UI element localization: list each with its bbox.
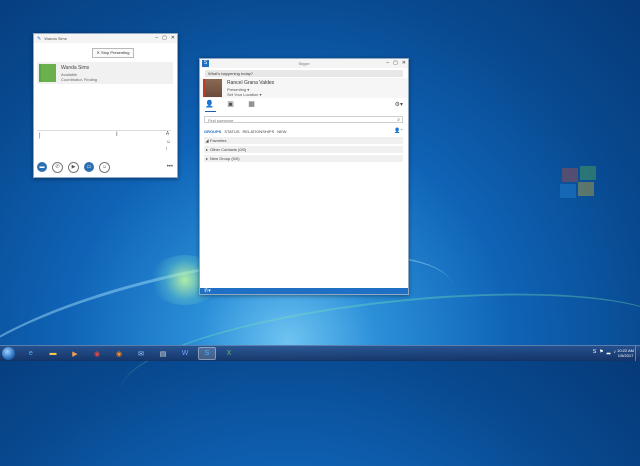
- avatar[interactable]: [203, 79, 222, 97]
- media-player-icon[interactable]: ▶: [66, 347, 84, 360]
- skype-icon: ✎: [37, 35, 42, 42]
- clock-date: 1/5/2017: [617, 353, 634, 358]
- flag-icon[interactable]: ⚑: [599, 349, 603, 355]
- avatar: [39, 64, 56, 82]
- window-title: Skype: [298, 61, 310, 66]
- conversation-window[interactable]: ✎ Wanda Sims – ▢ ✕ ✕ Stop Presenting Wan…: [33, 33, 178, 178]
- video-icon[interactable]: ▶: [68, 161, 79, 173]
- location-dropdown[interactable]: Set Your Location ▾: [227, 92, 261, 97]
- meetings-tab-icon[interactable]: ▦: [247, 101, 256, 109]
- windows-logo-watermark: [560, 184, 576, 198]
- group-favorites[interactable]: ◢Favorites: [204, 137, 403, 144]
- conversation-titlebar[interactable]: ✎ Wanda Sims – ▢ ✕: [34, 34, 177, 43]
- call-icon[interactable]: ✆: [52, 161, 63, 173]
- add-contact-icon[interactable]: 👤⁺: [394, 128, 403, 134]
- close-button[interactable]: ✕: [171, 35, 175, 41]
- tab-new[interactable]: NEW: [277, 129, 286, 134]
- participants-icon[interactable]: ☺: [99, 161, 110, 173]
- stop-presenting-button[interactable]: ✕ Stop Presenting: [92, 48, 134, 58]
- my-profile-card[interactable]: Rancel Grana Valdes Presenting ▾ Set You…: [200, 78, 408, 98]
- skype-status-bar: ✆▾: [200, 288, 408, 294]
- conversation-toolbar: ▬ ✆ ▶ ▭ ☺ •••: [37, 160, 173, 174]
- minimize-button[interactable]: –: [155, 35, 158, 41]
- outlook-icon[interactable]: ✉: [132, 347, 150, 360]
- taskbar: e ▬ ▶ ◉ ◉ ✉ ▤ W S X S ⚑ ▂ ♪ 10:22 AM 1/5…: [0, 345, 640, 361]
- chrome-icon[interactable]: ◉: [88, 347, 106, 360]
- contact-name: Wanda Sims: [61, 65, 90, 71]
- explorer-icon[interactable]: ▬: [44, 347, 62, 360]
- volume-icon[interactable]: ♪: [614, 349, 617, 355]
- phone-icon[interactable]: ✆▾: [204, 288, 211, 294]
- skype-icon[interactable]: S: [198, 347, 216, 360]
- show-desktop-button[interactable]: [635, 346, 640, 361]
- text-cursor: |: [39, 133, 41, 139]
- search-placeholder: Find someone: [208, 118, 234, 123]
- minimize-button[interactable]: –: [386, 60, 389, 66]
- font-icon[interactable]: A: [166, 131, 171, 137]
- search-icon[interactable]: ⌕: [397, 117, 400, 124]
- group-other-contacts[interactable]: ▸ Other Contacts (0/0): [204, 146, 403, 153]
- tab-relationships[interactable]: RELATIONSHIPS: [243, 129, 275, 134]
- skype-titlebar[interactable]: S Skype – ▢ ✕: [200, 59, 408, 68]
- maximize-button[interactable]: ▢: [393, 60, 398, 66]
- windows-logo-watermark: [562, 168, 578, 182]
- skype-main-window[interactable]: S Skype – ▢ ✕ What's happening today? Ra…: [199, 58, 409, 295]
- clock[interactable]: 10:22 AM 1/5/2017: [617, 348, 634, 358]
- present-icon[interactable]: ▭: [84, 162, 94, 172]
- i-beam-cursor: I: [116, 132, 118, 138]
- status-message-input[interactable]: What's happening today?: [205, 70, 403, 77]
- window-title: Wanda Sims: [44, 36, 67, 41]
- system-tray: S ⚑ ▂ ♪: [593, 349, 616, 355]
- close-button[interactable]: ✕: [402, 60, 406, 66]
- gear-icon[interactable]: ⚙▾: [395, 101, 403, 108]
- message-input[interactable]: | I: [37, 130, 171, 159]
- windows-logo-watermark: [580, 166, 596, 180]
- contacts-tab-icon[interactable]: 👤: [205, 101, 214, 109]
- excel-icon[interactable]: X: [220, 347, 238, 360]
- firefox-icon[interactable]: ◉: [110, 347, 128, 360]
- word-icon[interactable]: W: [176, 347, 194, 360]
- notepad-icon[interactable]: ▤: [154, 347, 172, 360]
- group-new-group[interactable]: ▸ New Group (0/0): [204, 155, 403, 162]
- active-tab-indicator: [205, 111, 216, 112]
- search-input[interactable]: Find someone ⌕: [204, 116, 403, 123]
- my-name: Rancel Grana Valdes: [227, 80, 275, 86]
- im-icon[interactable]: ▬: [37, 162, 47, 172]
- contact-title: Coordinator, Finding: [61, 77, 98, 82]
- contact-card[interactable]: Wanda Sims Available Coordinator, Findin…: [37, 62, 173, 84]
- more-options-icon[interactable]: •••: [167, 164, 173, 170]
- ie-icon[interactable]: e: [22, 347, 40, 360]
- network-icon[interactable]: ▂: [607, 349, 611, 355]
- tray-skype-icon[interactable]: S: [593, 349, 596, 355]
- tab-status[interactable]: STATUS: [224, 129, 239, 134]
- priority-icon[interactable]: !: [166, 147, 171, 153]
- tab-groups[interactable]: GROUPS: [204, 129, 221, 134]
- conversations-tab-icon[interactable]: ▣: [226, 101, 235, 109]
- start-button[interactable]: [2, 347, 15, 360]
- emoticon-icon[interactable]: ☺: [166, 139, 171, 145]
- windows-logo-watermark: [578, 182, 594, 196]
- maximize-button[interactable]: ▢: [162, 35, 167, 41]
